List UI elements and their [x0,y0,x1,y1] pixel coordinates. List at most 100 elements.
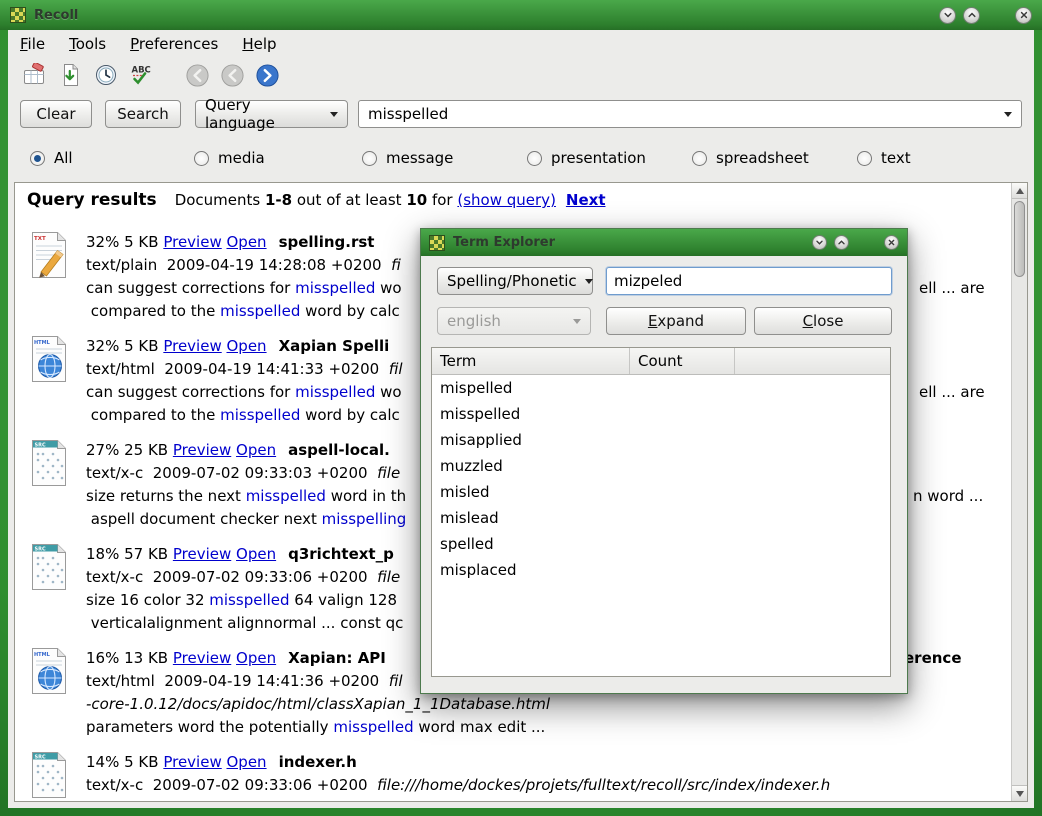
mime-and-date: text/html 2009-04-19 14:41:33 +0200 [86,360,389,378]
prev-page-icon[interactable] [219,62,246,89]
match-term: misspelled [246,487,326,505]
preview-link[interactable]: Preview [163,337,221,355]
result-url: file [377,568,400,586]
open-link[interactable]: Open [227,753,267,771]
file-type-html-icon: HTML [29,647,69,695]
term-row[interactable]: muzzled [432,453,890,479]
occluded-text-fragment: n word ... [913,485,983,508]
file-type-txt-icon: TXT [29,231,69,279]
term-row[interactable]: misapplied [432,427,890,453]
result-title: Xapian Spelli [279,337,390,355]
preview-link[interactable]: Preview [173,545,231,563]
search-row: Clear Search Query language misspelled [8,100,1034,130]
term-table-header: TermCount [432,348,890,375]
next-page-link[interactable]: Next [566,191,606,209]
close-icon[interactable] [1015,7,1032,24]
term-row[interactable]: misled [432,479,890,505]
filter-label: presentation [551,149,646,167]
term-row[interactable]: spelled [432,531,890,557]
mime-and-date: text/plain 2009-04-19 14:28:08 +0200 [86,256,391,274]
scroll-down-icon[interactable] [1012,785,1027,801]
term-cell: misled [432,483,630,501]
relevance-size: 16% 13 KB [86,649,173,667]
menu-preferences[interactable]: Preferences [130,35,218,53]
column-header-count[interactable]: Count [630,348,735,374]
filter-all[interactable]: All [30,149,73,167]
term-row[interactable]: mislead [432,505,890,531]
filter-media[interactable]: media [194,149,265,167]
result-url: file [377,464,400,482]
query-history-icon[interactable] [92,62,119,89]
clear-search-icon[interactable] [20,62,47,89]
save-query-icon[interactable] [56,62,83,89]
abstract-text: size 16 color 32 [86,591,209,609]
preview-link[interactable]: Preview [173,441,231,459]
close-button[interactable]: Close [754,307,892,335]
preview-link[interactable]: Preview [163,753,221,771]
expansion-mode-select[interactable]: Spelling/Phonetic [437,267,593,295]
open-link[interactable]: Open [227,337,267,355]
first-page-icon[interactable] [184,62,211,89]
scroll-up-icon[interactable] [1012,183,1027,199]
term-cell: misapplied [432,431,630,449]
filter-spreadsheet[interactable]: spreadsheet [692,149,809,167]
next-page-icon[interactable] [254,62,281,89]
result-title: q3richtext_p [288,545,394,563]
filter-text[interactable]: text [857,149,911,167]
maximize-icon[interactable] [963,7,980,24]
window-controls [939,7,1032,24]
open-link[interactable]: Open [236,649,276,667]
file-type-src-icon: SRC [29,439,69,487]
open-link[interactable]: Open [236,545,276,563]
window-title: Recoll [34,8,78,23]
term-input[interactable]: mizpeled [606,267,892,295]
result-total: 10 [406,191,427,209]
preview-link[interactable]: Preview [163,233,221,251]
results-title: Query results [27,190,157,210]
relevance-size: 32% 5 KB [86,233,163,251]
dialog-controls [812,235,899,250]
match-term: misspelled [220,406,300,424]
desktop: Recoll File Tools Preferences Help ABC Clea… [0,0,1042,816]
recoll-logo-icon [429,235,445,251]
menu-file[interactable]: File [20,35,45,53]
expand-button[interactable]: Expand [606,307,746,335]
dialog-titlebar[interactable]: Term Explorer [421,229,907,256]
shade-icon[interactable] [939,7,956,24]
open-link[interactable]: Open [236,441,276,459]
term-row[interactable]: misplaced [432,557,890,583]
occluded-text-fragment: ell ... are [919,381,985,404]
column-header-term[interactable]: Term [432,348,630,374]
query-input[interactable]: misspelled [358,100,1022,128]
relevance-size: 32% 5 KB [86,337,163,355]
filter-presentation[interactable]: presentation [527,149,646,167]
term-explorer-icon[interactable]: ABC [128,62,155,89]
results-scrollbar[interactable] [1011,183,1027,801]
search-button[interactable]: Search [105,100,181,128]
open-link[interactable]: Open [227,233,267,251]
term-cell: misplaced [432,561,630,579]
scrollbar-thumb[interactable] [1014,201,1025,277]
menu-bar: File Tools Preferences Help [8,30,1034,58]
term-table-body: mispelledmisspelled misapplied muzzled misl… [432,375,890,583]
menu-tools[interactable]: Tools [69,35,106,53]
term-row[interactable]: misspelled [432,401,890,427]
term-row[interactable]: mispelled [432,375,890,401]
svg-text:SRC: SRC [35,546,46,552]
query-mode-select[interactable]: Query language [195,100,348,128]
maximize-icon[interactable] [834,235,849,250]
results-summary: Documents 1-8 out of at least 10 for (sh… [175,191,606,209]
menu-help[interactable]: Help [242,35,276,53]
mime-and-date: text/x-c 2009-07-02 09:33:06 +0200 [86,568,377,586]
shade-icon[interactable] [812,235,827,250]
abstract-text: wo [375,383,401,401]
occluded-text-fragment: ell ... are [919,277,985,300]
preview-link[interactable]: Preview [173,649,231,667]
language-select[interactable]: english [437,307,591,335]
clear-button[interactable]: Clear [20,100,92,128]
filter-label: All [54,149,73,167]
window-titlebar[interactable]: Recoll [0,0,1042,30]
show-query-link[interactable]: (show query) [457,191,556,209]
close-icon[interactable] [884,235,899,250]
filter-message[interactable]: message [362,149,453,167]
